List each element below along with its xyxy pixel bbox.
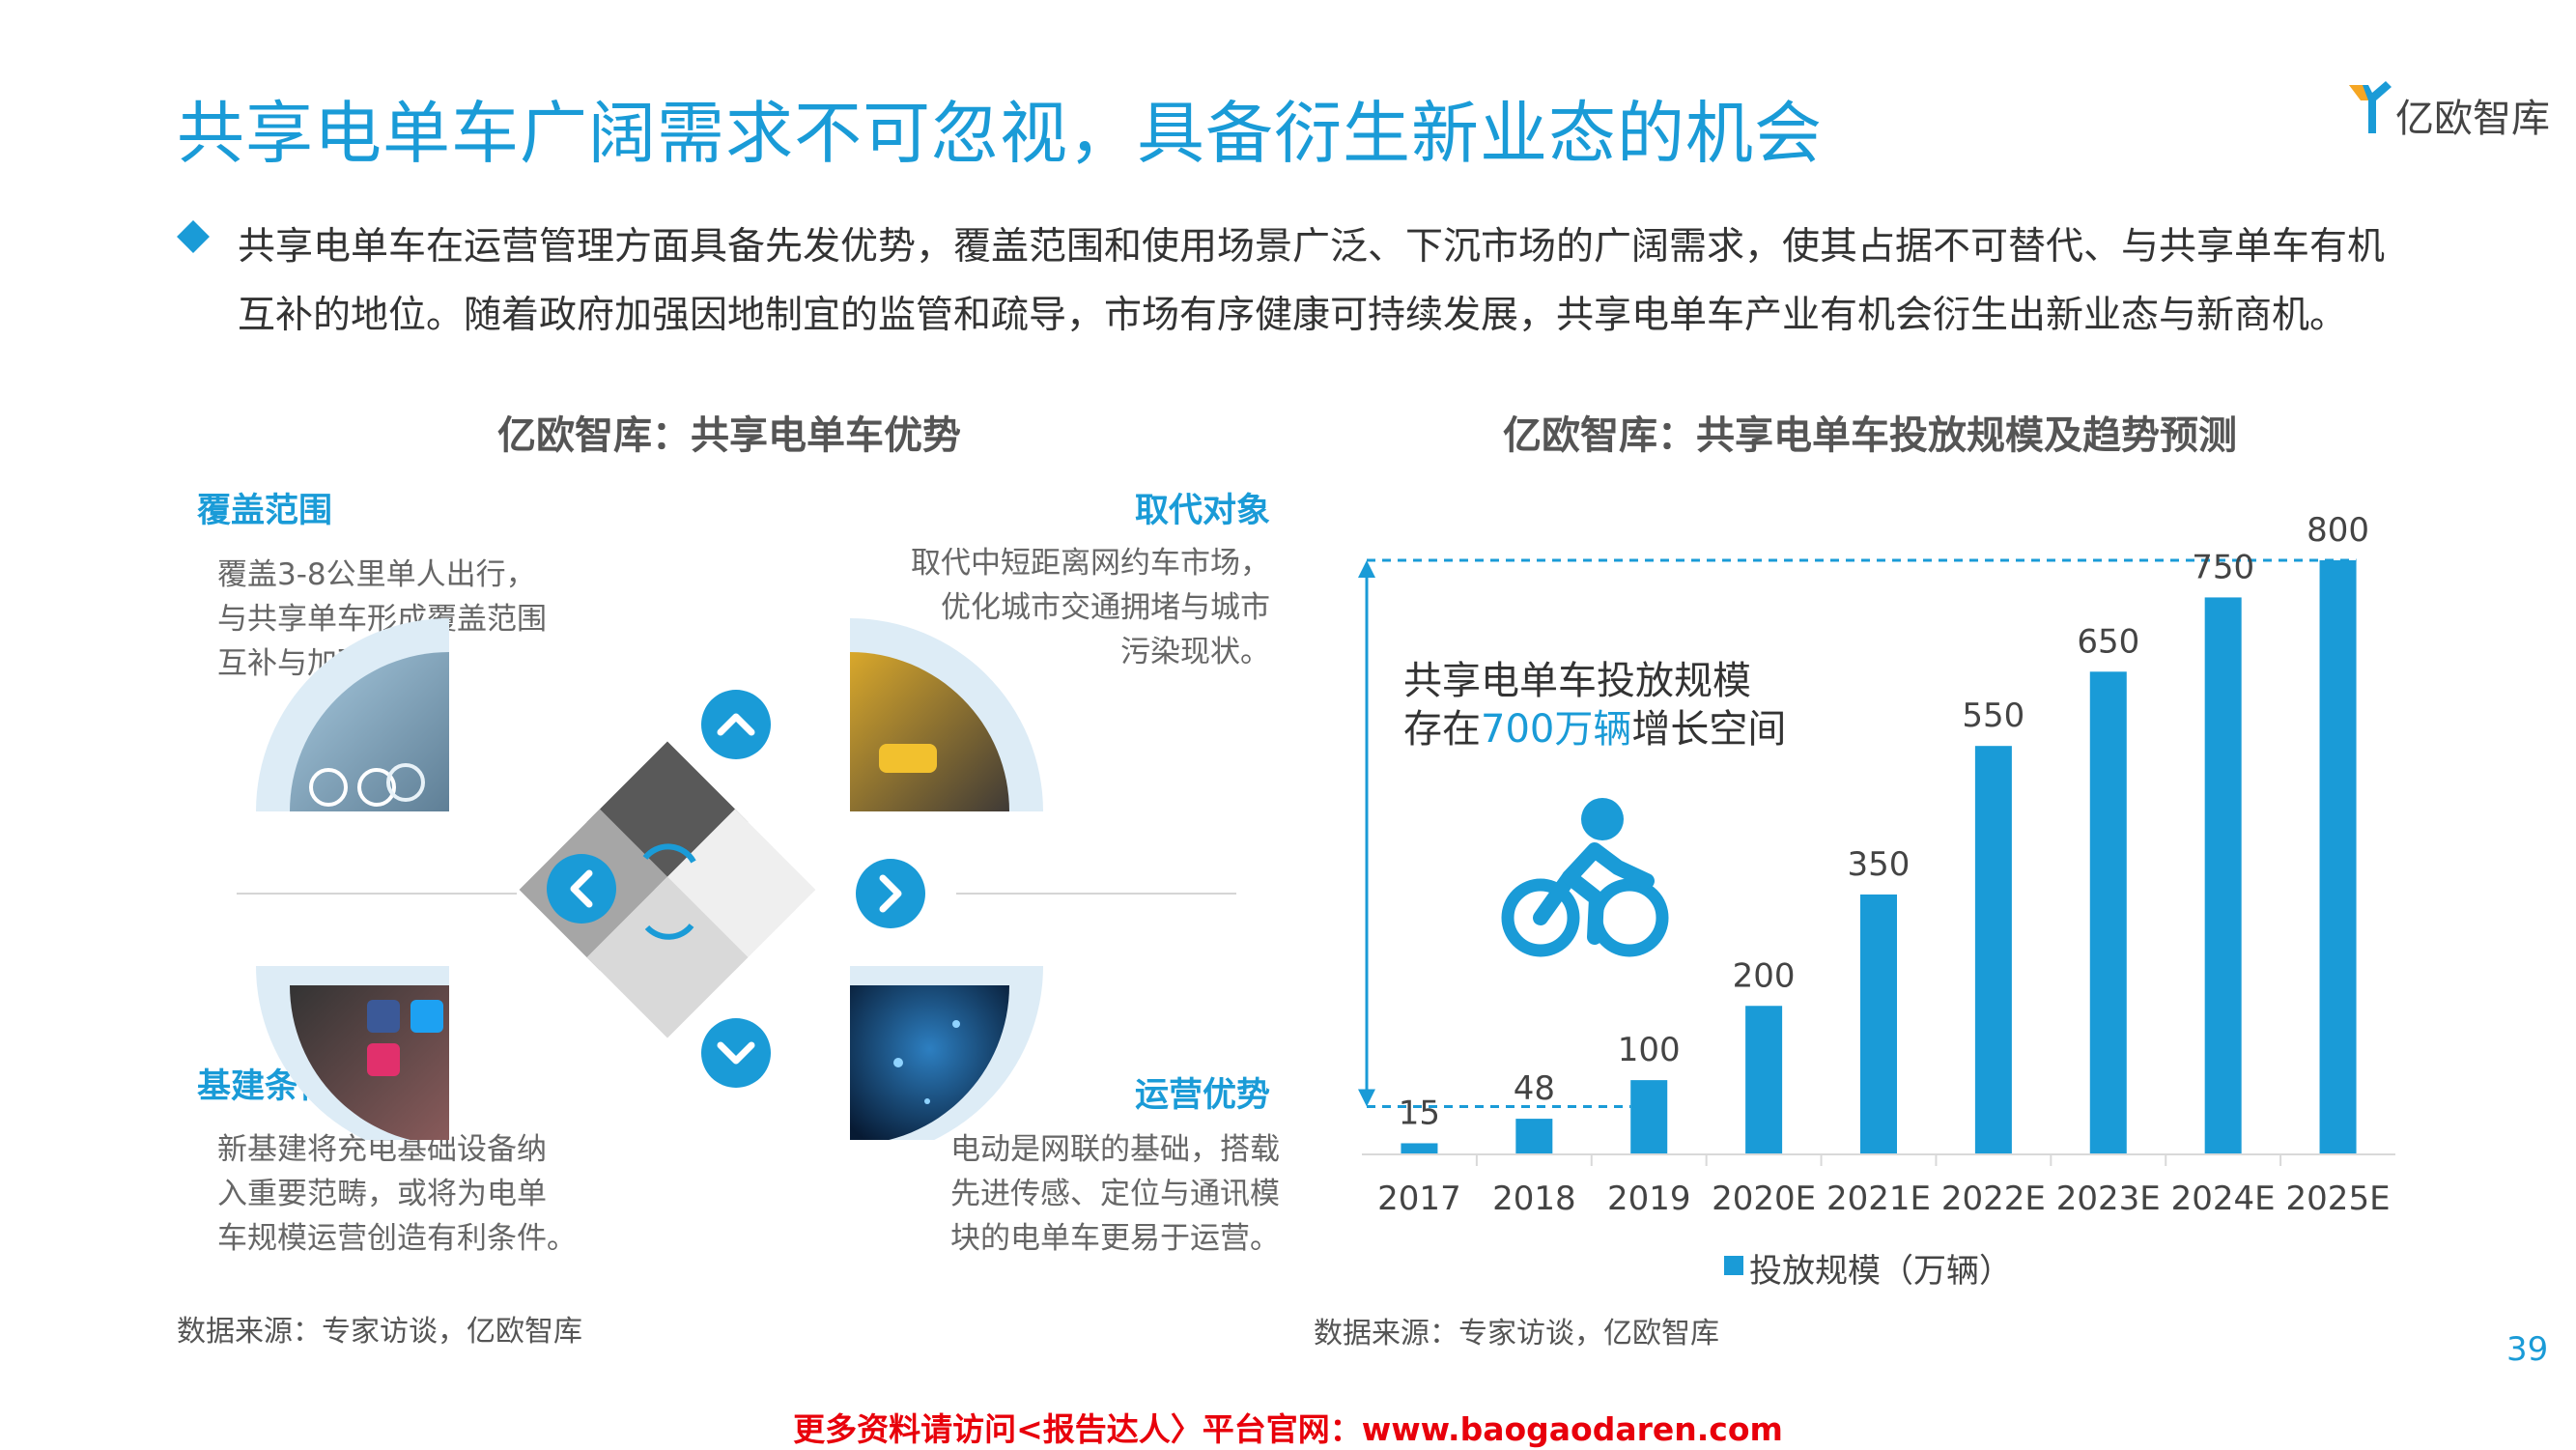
right-source: 数据来源：专家访谈，亿欧智库	[1314, 1317, 1719, 1350]
x-tick-label: 2019	[1607, 1180, 1691, 1218]
x-tick-label: 2024E	[2171, 1180, 2276, 1218]
bikes-photo-quarter	[256, 618, 449, 811]
annotation-post: 增长空间	[1631, 707, 1787, 752]
legend-label: 投放规模（万辆）	[1749, 1252, 2012, 1291]
replace-line-1: 取代中短距离网约车市场，	[911, 546, 1270, 581]
bullet-text-line-1: 共享电单车在运营管理方面具备先发优势，覆盖范围和使用场景广泛、下沉市场的广阔需求…	[238, 225, 2386, 269]
coverage-title: 覆盖范围	[197, 492, 333, 530]
bar-value-label: 550	[1962, 697, 2024, 735]
chevron-right-icon	[856, 859, 925, 928]
infra-text: 新基建将充电基础设备纳 入重要范畴，或将为电单 车规模运营创造有利条件。	[217, 1127, 577, 1261]
bullet-text-line-2: 互补的地位。随着政府加强因地制宜的监管和疏导，市场有序健康可持续发展，共享电单车…	[238, 294, 2348, 337]
bar-value-label: 800	[2307, 511, 2369, 550]
bicycle-icon	[1501, 798, 1669, 957]
coverage-line-1: 覆盖3-8公里单人出行，	[217, 557, 536, 592]
bar-2022E	[1974, 746, 2012, 1154]
bar-value-label: 750	[2192, 548, 2254, 586]
ops-text: 电动是网联的基础，搭载 先进传感、定位与通讯模 块的电单车更易于运营。	[950, 1127, 1280, 1261]
chevron-left-icon	[547, 854, 616, 924]
bullet-diamond-icon	[177, 220, 210, 253]
logo: 亿欧智库	[2347, 79, 2560, 141]
bar-2024E	[2204, 597, 2242, 1154]
left-source: 数据来源：专家访谈，亿欧智库	[177, 1315, 582, 1349]
bar-value-label: 200	[1733, 956, 1796, 995]
bar-2019	[1630, 1080, 1668, 1154]
taxi-photo-quarter	[850, 618, 1043, 811]
advantages-title: 亿欧智库：共享电单车优势	[497, 413, 961, 458]
x-tick-label: 2020E	[1712, 1180, 1816, 1218]
infra-line-2: 入重要范畴，或将为电单	[217, 1177, 547, 1211]
x-tick-label: 2021E	[1826, 1180, 1931, 1218]
chevron-down-icon	[701, 1018, 771, 1088]
promo-footer: 更多资料请访问<报告达人〉平台官网：www.baogaodaren.com	[793, 1410, 1783, 1448]
page-title: 共享电单车广阔需求不可忽视，具备衍生新业态的机会	[177, 94, 1823, 173]
chevron-up-icon	[701, 690, 771, 759]
annotation-line-2: 存在700万辆增长空间	[1403, 705, 1786, 753]
bar-2025E	[2319, 560, 2357, 1154]
chart-title: 亿欧智库：共享电单车投放规模及趋势预测	[1503, 413, 2237, 458]
bar-chart: 15 48 100 200 350 550 650 750 800 2017 2018 2019 20…	[1358, 511, 2395, 1275]
logo-icon	[2349, 81, 2392, 133]
replace-title: 取代对象	[1134, 492, 1270, 530]
growth-annotation: 共享电单车投放规模 存在700万辆增长空间	[1403, 657, 1786, 753]
advantages-diagram	[237, 618, 1236, 1140]
arrow-down-icon	[1358, 1089, 1375, 1107]
bar-2018	[1515, 1119, 1553, 1154]
ops-line-3: 块的电单车更易于运营。	[950, 1221, 1280, 1256]
annotation-line-1: 共享电单车投放规模	[1403, 659, 1751, 703]
annotation-pre: 存在	[1403, 707, 1481, 752]
bar-2020E	[1745, 1006, 1783, 1154]
bar-value-label: 100	[1618, 1031, 1681, 1069]
bar-value-label: 48	[1514, 1069, 1555, 1108]
arrow-up-icon	[1358, 560, 1375, 578]
x-tick-label: 2023E	[2056, 1180, 2161, 1218]
page-number: 39	[2506, 1330, 2549, 1369]
legend-swatch	[1724, 1256, 1743, 1275]
ops-line-2: 先进传感、定位与通讯模	[950, 1177, 1280, 1211]
network-photo-quarter	[850, 966, 1043, 1140]
apps-photo-quarter	[256, 966, 449, 1140]
logo-text: 亿欧智库	[2395, 97, 2550, 141]
bar-value-label: 350	[1848, 845, 1911, 884]
bar-value-label: 15	[1399, 1094, 1440, 1132]
x-tick-label: 2017	[1377, 1180, 1461, 1218]
x-tick-label: 2025E	[2286, 1180, 2391, 1218]
bar-2017	[1401, 1143, 1438, 1154]
x-tick-label: 2022E	[1941, 1180, 2046, 1218]
infra-line-3: 车规模运营创造有利条件。	[217, 1221, 577, 1256]
x-tick-label: 2018	[1492, 1180, 1576, 1218]
bar-value-label: 650	[2077, 622, 2139, 661]
bar-2021E	[1860, 894, 1897, 1154]
annotation-highlight: 700万辆	[1481, 707, 1632, 752]
bar-2023E	[2089, 671, 2127, 1154]
